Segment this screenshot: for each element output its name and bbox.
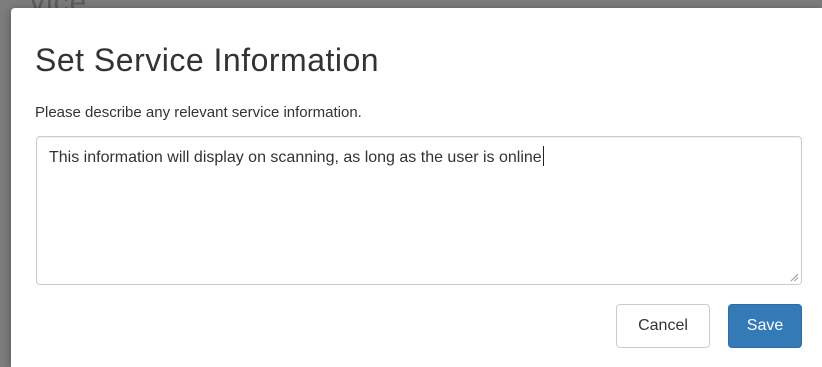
service-information-dialog: Set Service Information Please describe …: [11, 8, 822, 367]
service-information-textarea[interactable]: This information will display on scannin…: [36, 136, 802, 285]
save-button[interactable]: Save: [728, 304, 802, 348]
resize-grip-icon[interactable]: [789, 272, 799, 282]
dialog-title: Set Service Information: [35, 42, 380, 78]
cancel-button[interactable]: Cancel: [616, 304, 710, 348]
dialog-description: Please describe any relevant service inf…: [35, 104, 362, 121]
text-cursor: [542, 146, 544, 166]
textarea-value: This information will display on scannin…: [49, 149, 542, 166]
